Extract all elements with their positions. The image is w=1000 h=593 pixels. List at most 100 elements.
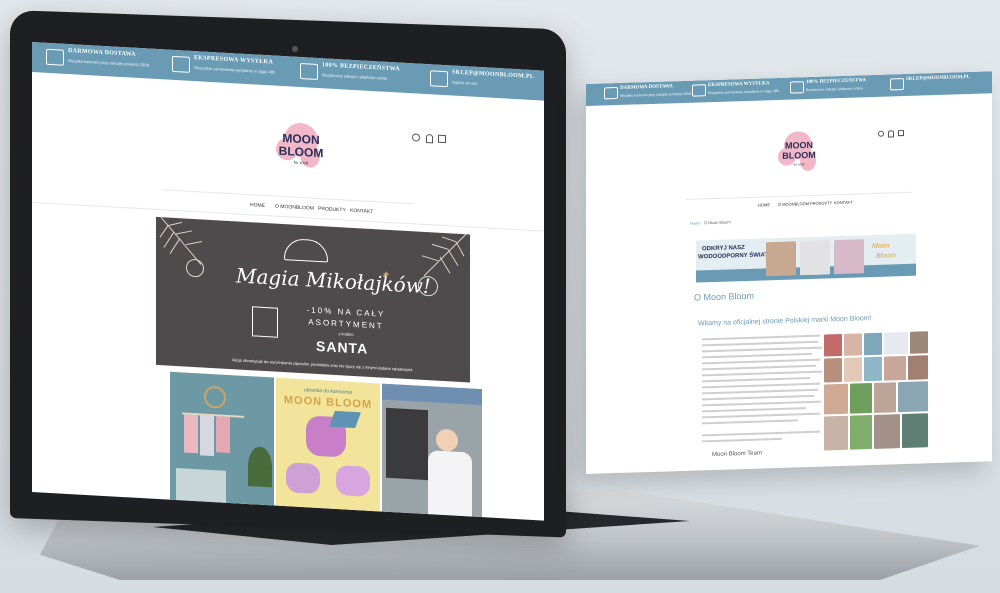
- garment: [184, 414, 198, 454]
- thumbs-up-icon: [300, 62, 318, 80]
- bib-small: [286, 462, 320, 495]
- page-title: O Moon Bloom: [694, 290, 755, 303]
- cart-icon[interactable]: [438, 134, 446, 144]
- plant: [248, 446, 272, 488]
- child-head: [436, 428, 458, 452]
- collage-photo: [884, 355, 906, 381]
- nav-home[interactable]: HOME: [250, 202, 265, 209]
- signature: Moon Bloom Team: [712, 450, 762, 459]
- nav-home[interactable]: HOME: [758, 202, 770, 207]
- promo-banner[interactable]: Magia Mikołajków! ✦ -10% NA CAŁY ASORTYM…: [156, 216, 470, 383]
- truck-icon: [604, 86, 618, 100]
- sparkle-icon: ✦: [382, 269, 391, 282]
- nav-contact[interactable]: KONTAKT: [834, 200, 853, 206]
- promo-left-line2: WODOODPORNY ŚWIAT: [698, 252, 769, 261]
- info-title: EKSPRESOWA WYSYŁKA: [708, 81, 770, 89]
- tile-moonbloom-bibs[interactable]: ubranka do karmienia MOON BLOOM: [276, 377, 380, 512]
- tile-child-photo[interactable]: [382, 383, 482, 518]
- plane-icon: [692, 84, 706, 97]
- tile-clothes-rack[interactable]: [170, 371, 274, 506]
- collage-photo: [910, 331, 928, 354]
- paper-boat: [329, 410, 361, 429]
- page-subtitle: Witamy na oficjalnej stronie Polskiej ma…: [698, 315, 872, 328]
- site-logo[interactable]: MOON BLOOM for a kid: [270, 115, 332, 178]
- promo-photo: [800, 240, 830, 276]
- about-page: DARMOWA DOSTAWA Wysyłka kurierem przy za…: [586, 71, 992, 474]
- crate: [176, 468, 226, 503]
- logo-line2: BLOOM: [782, 149, 816, 161]
- garment: [216, 416, 230, 454]
- collage-photo: [850, 415, 872, 450]
- site-logo[interactable]: MOON BLOOM for a kid: [774, 127, 824, 181]
- collage-photo: [874, 382, 896, 413]
- photo-collage: [824, 331, 948, 453]
- banner-title: Magia Mikołajków!: [236, 263, 431, 299]
- promo-photo: [834, 239, 864, 275]
- collage-photo: [874, 414, 900, 449]
- promo-left-line1: ODKRYJ NASZ: [702, 245, 745, 253]
- collage-photo: [902, 413, 928, 449]
- bib-small: [336, 464, 370, 497]
- collage-photo: [824, 415, 848, 451]
- info-subtitle: Napisz do nas: [452, 79, 478, 86]
- nav-contact[interactable]: KONTAKT: [350, 208, 373, 215]
- fireplace: [386, 407, 428, 481]
- laptop-screen: DARMOWA DOSTAWA Wysyłka kurierem przy za…: [32, 42, 544, 521]
- search-icon[interactable]: [412, 133, 420, 142]
- nav-about[interactable]: O MOONBLOOM: [275, 204, 314, 212]
- logo-line2: BLOOM: [278, 143, 324, 161]
- promo-right-line2: Bloom: [876, 252, 896, 260]
- collage-photo: [908, 355, 928, 380]
- collage-photo: [898, 381, 928, 413]
- header-divider: [162, 189, 414, 205]
- collage-photo: [864, 332, 882, 356]
- collage-photo: [884, 331, 908, 355]
- info-subtitle: Wysyłka kurierem przy zakupie powyżej 20…: [620, 91, 692, 98]
- banner-note: Akcja obowiązuje do wyczerpania zapasów,…: [232, 357, 414, 373]
- plane-icon: [172, 55, 190, 73]
- collage-photo: [864, 356, 882, 382]
- promo-right-line1: Moon: [872, 242, 890, 251]
- mail-icon: [430, 70, 448, 88]
- promo-photo: [766, 241, 796, 277]
- info-title: DARMOWA DOSTAWA: [620, 84, 673, 91]
- header-divider: [686, 191, 912, 200]
- info-subtitle: Bezpieczne zakupy i płatności online: [806, 86, 864, 93]
- nav-products[interactable]: PRODUKTY: [318, 206, 346, 214]
- truck-icon: [46, 48, 64, 66]
- cart-icon[interactable]: [898, 130, 904, 137]
- info-title[interactable]: SKLEP@MOONBLOOM.PL: [906, 75, 970, 82]
- collage-photo: [850, 383, 872, 414]
- info-title[interactable]: SKLEP@MOONBLOOM.PL: [452, 69, 534, 80]
- child-bib: [428, 450, 472, 517]
- gift-icon: [252, 306, 278, 338]
- info-bar: DARMOWA DOSTAWA Wysyłka kurierem przy za…: [586, 71, 992, 106]
- garment: [200, 415, 214, 457]
- user-icon[interactable]: [426, 134, 433, 144]
- body-text: [702, 334, 822, 447]
- promo-code: SANTA: [316, 337, 369, 357]
- info-title: 100% BEZPIECZEŃSTWA: [806, 78, 867, 86]
- info-subtitle: Wszystkie zamówienia wysyłamy w ciągu 48…: [708, 88, 779, 96]
- collage-photo: [824, 357, 842, 383]
- info-subtitle: Bezpieczne zakupy i płatności online: [322, 72, 388, 81]
- collage-photo: [824, 383, 848, 415]
- mail-icon: [890, 78, 904, 91]
- info-subtitle: Wysyłka kurierem przy zakupie powyżej 20…: [68, 58, 150, 68]
- info-subtitle: Wszystkie zamówienia wysyłamy w ciągu 48…: [194, 65, 276, 75]
- user-icon[interactable]: [888, 130, 894, 138]
- nav-about[interactable]: O MOONBLOOM: [778, 201, 809, 207]
- santa-hat-icon: [284, 238, 328, 263]
- collage-photo: [824, 333, 842, 357]
- webcam-icon: [292, 46, 298, 52]
- info-title: DARMOWA DOSTAWA: [68, 48, 136, 58]
- breadcrumb-current: O Moon Bloom: [704, 219, 731, 226]
- info-title: 100% BEZPIECZEŃSTWA: [322, 62, 400, 73]
- breadcrumb-home[interactable]: Home: [690, 220, 701, 225]
- nav-products[interactable]: PRODUKTY: [810, 200, 832, 206]
- collage-photo: [844, 333, 862, 356]
- search-icon[interactable]: [878, 130, 884, 137]
- promo-strip[interactable]: ODKRYJ NASZ WODOODPORNY ŚWIAT Moon Bloom: [696, 233, 916, 283]
- info-title: EKSPRESOWA WYSYŁKA: [194, 55, 274, 66]
- thumbs-up-icon: [790, 81, 804, 94]
